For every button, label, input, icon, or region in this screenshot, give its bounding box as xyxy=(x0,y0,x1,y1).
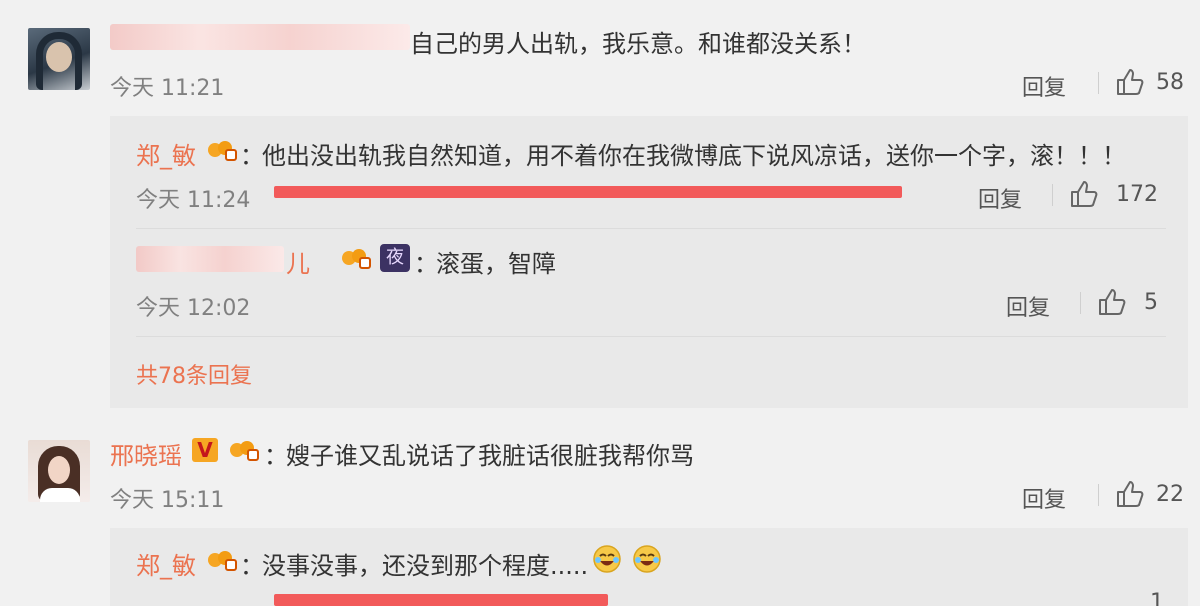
more-replies-link[interactable]: 共78条回复 xyxy=(136,358,252,390)
reply-button[interactable]: 回复 xyxy=(1022,70,1066,102)
crown-badge-icon xyxy=(208,141,237,161)
reply-separator: ： xyxy=(240,142,264,170)
redaction-bar xyxy=(274,594,608,606)
reply-username[interactable]: 郑_敏 xyxy=(136,546,196,581)
avatar[interactable] xyxy=(28,28,90,90)
like-icon[interactable] xyxy=(1096,286,1128,318)
comment-separator: ： xyxy=(264,442,288,470)
like-icon[interactable] xyxy=(1068,178,1100,210)
redacted-username xyxy=(110,24,410,50)
crown-badge-icon xyxy=(208,551,237,571)
divider xyxy=(1098,72,1099,94)
reply-button[interactable]: 回复 xyxy=(1022,482,1066,514)
like-icon[interactable] xyxy=(1114,66,1146,98)
comment-time: 今天 15:11 xyxy=(110,488,225,513)
night-badge-icon: 夜 xyxy=(380,244,410,272)
laugh-cry-emoji-icon xyxy=(593,545,621,573)
reply-text: 滚蛋，智障 xyxy=(436,250,556,278)
reply-button[interactable]: 回复 xyxy=(1006,290,1050,322)
reply-time: 今天 11:24 xyxy=(136,188,251,213)
reply-text: 没事没事，还没到那个程度..... xyxy=(262,552,589,580)
laugh-cry-emoji-icon xyxy=(633,545,661,573)
reply-text: 他出没出轨我自然知道，用不着你在我微博底下说风凉话，送你一个字，滚！！！ xyxy=(262,142,1126,170)
verified-badge-icon: V xyxy=(192,438,218,462)
reply-button[interactable]: 回复 xyxy=(978,182,1022,214)
crown-badge-icon xyxy=(230,441,259,461)
reply-time: 今天 12:02 xyxy=(136,296,251,321)
like-count: 1 xyxy=(1150,590,1164,606)
comment-username[interactable]: 邢晓瑶 xyxy=(110,436,182,471)
comment-time: 今天 11:21 xyxy=(110,76,225,101)
reply-divider xyxy=(136,228,1166,229)
divider xyxy=(1052,184,1053,206)
redaction-bar xyxy=(274,186,902,198)
reply-username[interactable]: 郑_敏 xyxy=(136,136,196,171)
divider xyxy=(1080,292,1081,314)
redacted-username xyxy=(136,246,284,272)
crown-badge-icon xyxy=(342,249,371,269)
like-count: 172 xyxy=(1116,182,1158,207)
like-count: 22 xyxy=(1156,482,1184,507)
reply-username[interactable]: 儿 xyxy=(286,244,310,279)
avatar[interactable] xyxy=(28,440,90,502)
reply-separator: ： xyxy=(414,250,438,278)
reply-divider xyxy=(136,336,1166,337)
like-icon[interactable] xyxy=(1114,478,1146,510)
like-count: 58 xyxy=(1156,70,1184,95)
like-count: 5 xyxy=(1144,290,1158,315)
comment-text: 嫂子谁又乱说话了我脏话很脏我帮你骂 xyxy=(286,442,694,470)
divider xyxy=(1098,484,1099,506)
comment-text: 自己的男人出轨，我乐意。和谁都没关系！ xyxy=(410,30,866,58)
reply-separator: ： xyxy=(240,552,264,580)
